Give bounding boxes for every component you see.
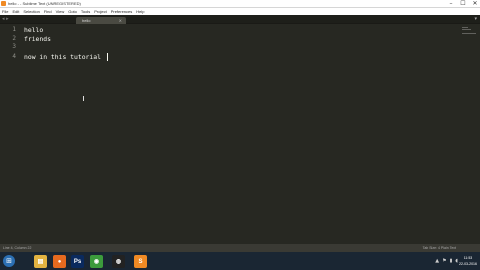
maximize-button[interactable]: ☐ — [460, 1, 466, 7]
line-number: 2 — [12, 34, 16, 42]
clock-date: 22-03-2016 — [459, 262, 477, 266]
line-number: 1 — [12, 26, 16, 33]
code-line[interactable]: hello — [24, 26, 43, 35]
line-number: 4 — [12, 53, 16, 60]
menu-bar: File Edit Selection Find View Goto Tools… — [0, 8, 480, 15]
system-tray: ▲ ⚑ ▮ ◖ — [435, 257, 458, 265]
start-button[interactable]: ⊞ — [3, 255, 15, 267]
window-controls: – ☐ ✕ — [448, 1, 478, 7]
media-app-icon[interactable]: ◍ — [112, 255, 125, 268]
sublime-logo-icon — [1, 1, 6, 6]
photoshop-app-icon[interactable]: Ps — [71, 255, 84, 268]
status-bar: Line 4, Column 22 Tab Size: 4 Plain Text — [0, 244, 480, 252]
window-title: hello - - Sublime Text (UNREGISTERED) — [8, 1, 81, 6]
chrome-app-icon[interactable]: ◉ — [90, 255, 103, 268]
tab-bar: ◂ ▸ hello × ▾ — [0, 15, 480, 24]
sublime-app-icon[interactable]: S — [134, 255, 147, 268]
menu-preferences[interactable]: Preferences — [111, 8, 133, 15]
menu-find[interactable]: Find — [44, 8, 52, 15]
line-number: 3 — [12, 43, 16, 50]
menu-file[interactable]: File — [2, 8, 8, 15]
tray-battery-icon[interactable]: ▮ — [450, 257, 453, 265]
clock[interactable]: 11:53 22-03-2016 — [459, 255, 477, 267]
tab-close-icon[interactable]: × — [119, 17, 122, 24]
menu-goto[interactable]: Goto — [68, 8, 77, 15]
explorer-app-icon[interactable]: ▤ — [34, 255, 47, 268]
title-bar: hello - - Sublime Text (UNREGISTERED) – … — [0, 0, 480, 8]
tab-nav-arrows-icon[interactable]: ◂ ▸ — [2, 15, 9, 24]
menu-selection[interactable]: Selection — [23, 8, 39, 15]
code-line[interactable]: friends — [24, 35, 51, 44]
text-cursor — [107, 53, 108, 61]
line-gutter: 1 2 3 4 — [0, 25, 20, 244]
menu-project[interactable]: Project — [94, 8, 106, 15]
tray-expand-icon[interactable]: ▲ — [435, 257, 439, 265]
close-button[interactable]: ✕ — [472, 1, 478, 7]
menu-help[interactable]: Help — [136, 8, 144, 15]
menu-edit[interactable]: Edit — [12, 8, 19, 15]
editor-area[interactable]: 1 2 3 4 hello friends now in this tutori… — [0, 25, 480, 244]
status-syntax[interactable]: Tab Size: 4 Plain Text — [423, 244, 456, 252]
tray-volume-icon[interactable]: ◖ — [455, 257, 458, 265]
tab-menu-icon[interactable]: ▾ — [474, 15, 477, 24]
status-cursor-position: Line 4, Column 22 — [3, 246, 32, 250]
firefox-app-icon[interactable]: ● — [53, 255, 66, 268]
minimap[interactable] — [462, 27, 476, 34]
tab-label: hello — [82, 18, 91, 23]
menu-tools[interactable]: Tools — [81, 8, 90, 15]
mouse-ibeam-icon — [83, 96, 85, 101]
menu-view[interactable]: View — [56, 8, 65, 15]
code-line[interactable]: now in this tutorial — [24, 53, 105, 62]
minimize-button[interactable]: – — [448, 1, 454, 7]
taskbar: ⊞ ▤ ● Ps ◉ ◍ S ▲ ⚑ ▮ ◖ 11:53 22-03-2016 — [0, 252, 480, 270]
tray-flag-icon[interactable]: ⚑ — [442, 257, 446, 265]
tab-hello[interactable]: hello × — [76, 17, 126, 24]
